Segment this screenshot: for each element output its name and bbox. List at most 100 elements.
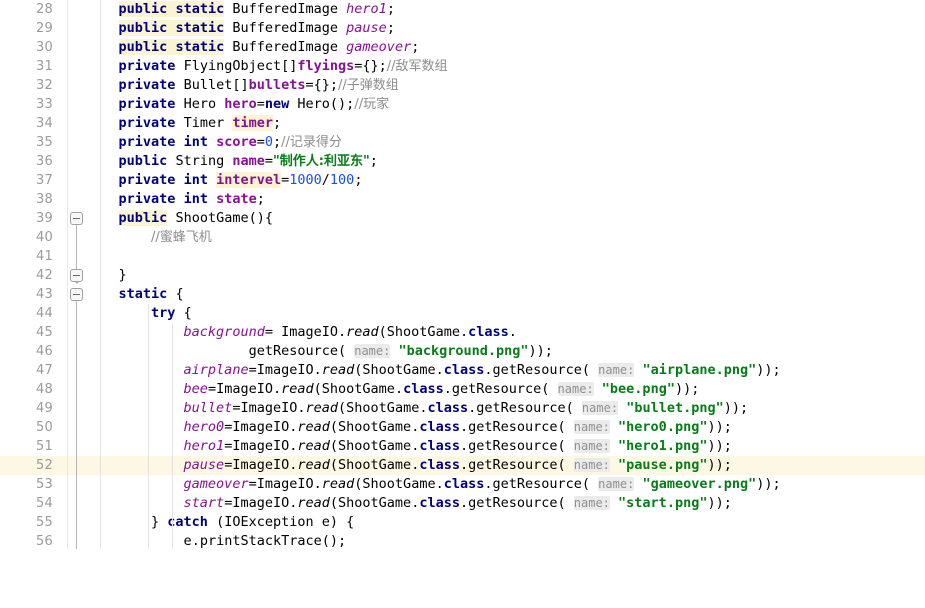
gutter-line-45[interactable]: 45 — [0, 323, 67, 342]
gutter-line-56[interactable]: 56 — [0, 532, 67, 551]
code-line[interactable]: 34 private Timer timer; — [0, 114, 925, 133]
gutter-line-33[interactable]: 33 — [0, 95, 67, 114]
code-line[interactable]: 45 background= ImageIO.read(ShootGame.cl… — [0, 323, 925, 342]
gutter-line-31[interactable]: 31 — [0, 57, 67, 76]
code-line[interactable]: 30 public static BufferedImage gameover; — [0, 38, 925, 57]
gutter-line-36[interactable]: 36 — [0, 152, 67, 171]
code-line[interactable]: 39 public ShootGame(){ — [0, 209, 925, 228]
fold-marker-line-43[interactable] — [70, 288, 83, 301]
code-line[interactable]: 55 } catch (IOException e) { — [0, 513, 925, 532]
token-field-hero: hero — [224, 96, 257, 112]
gutter-line-39[interactable]: 39 — [0, 209, 67, 228]
code-line[interactable]: 28 public static BufferedImage hero1; — [0, 0, 925, 19]
gutter-line-55[interactable]: 55 — [0, 513, 67, 532]
indent-guide-level-2 — [148, 304, 149, 549]
gutter-line-29[interactable]: 29 — [0, 19, 67, 38]
line-number: 39 — [36, 211, 53, 226]
token-class-shootgame: ShootGame — [321, 381, 395, 397]
token-method-getresource: getResource — [476, 400, 566, 416]
line-number: 41 — [36, 249, 53, 264]
code-line-current[interactable]: 52 pause=ImageIO.read(ShootGame.class.ge… — [0, 456, 925, 475]
token-type-bullet: Bullet — [183, 77, 233, 93]
gutter-line-32[interactable]: 32 — [0, 76, 67, 95]
gutter-line-43[interactable]: 43 — [0, 285, 67, 304]
code-line[interactable]: 56 e.printStackTrace(); — [0, 532, 925, 551]
token-field-start: start — [183, 495, 225, 511]
gutter-line-46[interactable]: 46 — [0, 342, 67, 361]
code-line[interactable]: 33 private Hero hero=new Hero();//玩家 — [0, 95, 925, 114]
token-keyword-private: private — [118, 191, 176, 207]
token-field-hero1: hero1 — [346, 1, 387, 17]
gutter-line-53[interactable]: 53 — [0, 475, 67, 494]
token-string-bee-png: "bee.png" — [601, 381, 675, 397]
code-line[interactable]: 36 public String name="制作人:利亚东"; — [0, 152, 925, 171]
code-line[interactable]: 40 //蜜蜂飞机 — [0, 228, 925, 247]
token-field-bullet: bullet — [183, 400, 233, 416]
token-keyword-public: public — [118, 39, 168, 55]
token-method-read: read — [321, 362, 355, 378]
param-hint-name: name: — [573, 439, 610, 453]
line-number: 30 — [36, 40, 53, 55]
gutter-line-51[interactable]: 51 — [0, 437, 67, 456]
gutter-line-54[interactable]: 54 — [0, 494, 67, 513]
gutter-line-44[interactable]: 44 — [0, 304, 67, 323]
gutter-line-35[interactable]: 35 — [0, 133, 67, 152]
token-class-imageio: ImageIO — [256, 476, 314, 492]
code-editor[interactable]: 28 public static BufferedImage hero1; 29… — [0, 0, 925, 549]
code-line[interactable]: 47 airplane=ImageIO.read(ShootGame.class… — [0, 361, 925, 380]
code-line[interactable]: 51 hero1=ImageIO.read(ShootGame.class.ge… — [0, 437, 925, 456]
code-line[interactable]: 50 hero0=ImageIO.read(ShootGame.class.ge… — [0, 418, 925, 437]
gutter-line-40[interactable]: 40 — [0, 228, 67, 247]
code-line[interactable]: 32 private Bullet[]bullets={};//子弹数组 — [0, 76, 925, 95]
code-text: } — [86, 267, 127, 283]
token-field-gameover: gameover — [183, 476, 249, 492]
gutter-line-30[interactable]: 30 — [0, 38, 67, 57]
gutter-line-41[interactable]: 41 — [0, 247, 67, 266]
code-text: private int state; — [118, 191, 265, 207]
gutter-line-28[interactable]: 28 — [0, 0, 67, 19]
indent-guide-level-1 — [100, 0, 101, 549]
code-line[interactable]: 54 start=ImageIO.read(ShootGame.class.ge… — [0, 494, 925, 513]
code-line[interactable]: 44 try { — [0, 304, 925, 323]
token-keyword-static: static — [175, 1, 225, 17]
token-string-hero1-png: "hero1.png" — [618, 438, 708, 454]
gutter-line-34[interactable]: 34 — [0, 114, 67, 133]
fold-marker-line-39[interactable] — [70, 212, 83, 225]
line-number: 49 — [36, 401, 53, 416]
code-text: private int intervel=1000/100; — [118, 172, 363, 188]
gutter-line-50[interactable]: 50 — [0, 418, 67, 437]
code-line[interactable]: 43 static { — [0, 285, 925, 304]
gutter-line-38[interactable]: 38 — [0, 190, 67, 209]
code-line[interactable]: 46 getResource( name: "background.png"))… — [0, 342, 925, 361]
token-keyword-static: static — [175, 20, 225, 36]
code-line[interactable]: 31 private FlyingObject[]flyings={};//敌军… — [0, 57, 925, 76]
code-line[interactable]: 41 — [0, 247, 925, 266]
token-method-getresource: getResource — [492, 362, 582, 378]
param-hint-name: name: — [573, 458, 610, 472]
gutter-line-52[interactable]: 52 — [0, 456, 67, 475]
token-keyword-private: private — [118, 115, 176, 131]
gutter-line-37[interactable]: 37 — [0, 171, 67, 190]
token-keyword-static: static — [175, 39, 225, 55]
code-line[interactable]: 48 bee=ImageIO.read(ShootGame.class.getR… — [0, 380, 925, 399]
token-keyword-private: private — [118, 134, 176, 150]
code-line[interactable]: 49 bullet=ImageIO.read(ShootGame.class.g… — [0, 399, 925, 418]
token-field-hero0: hero0 — [183, 419, 225, 435]
code-line[interactable]: 35 private int score=0;//记录得分 — [0, 133, 925, 152]
gutter-line-48[interactable]: 48 — [0, 380, 67, 399]
gutter-line-49[interactable]: 49 — [0, 399, 67, 418]
gutter-line-42[interactable]: 42 — [0, 266, 67, 285]
code-folding-ribbon[interactable] — [68, 0, 86, 549]
code-line[interactable]: 38 private int state; — [0, 190, 925, 209]
fold-marker-line-42[interactable] — [70, 269, 83, 282]
line-number: 53 — [36, 477, 53, 492]
code-line[interactable]: 53 gameover=ImageIO.read(ShootGame.class… — [0, 475, 925, 494]
line-number: 55 — [36, 515, 53, 530]
code-line[interactable]: 42 } — [0, 266, 925, 285]
code-line[interactable]: 29 public static BufferedImage pause; — [0, 19, 925, 38]
gutter-line-47[interactable]: 47 — [0, 361, 67, 380]
code-text: background= ImageIO.read(ShootGame.class… — [183, 324, 517, 340]
token-keyword-class: class — [419, 495, 460, 511]
param-hint-name: name: — [557, 382, 594, 396]
code-line[interactable]: 37 private int intervel=1000/100; — [0, 171, 925, 190]
